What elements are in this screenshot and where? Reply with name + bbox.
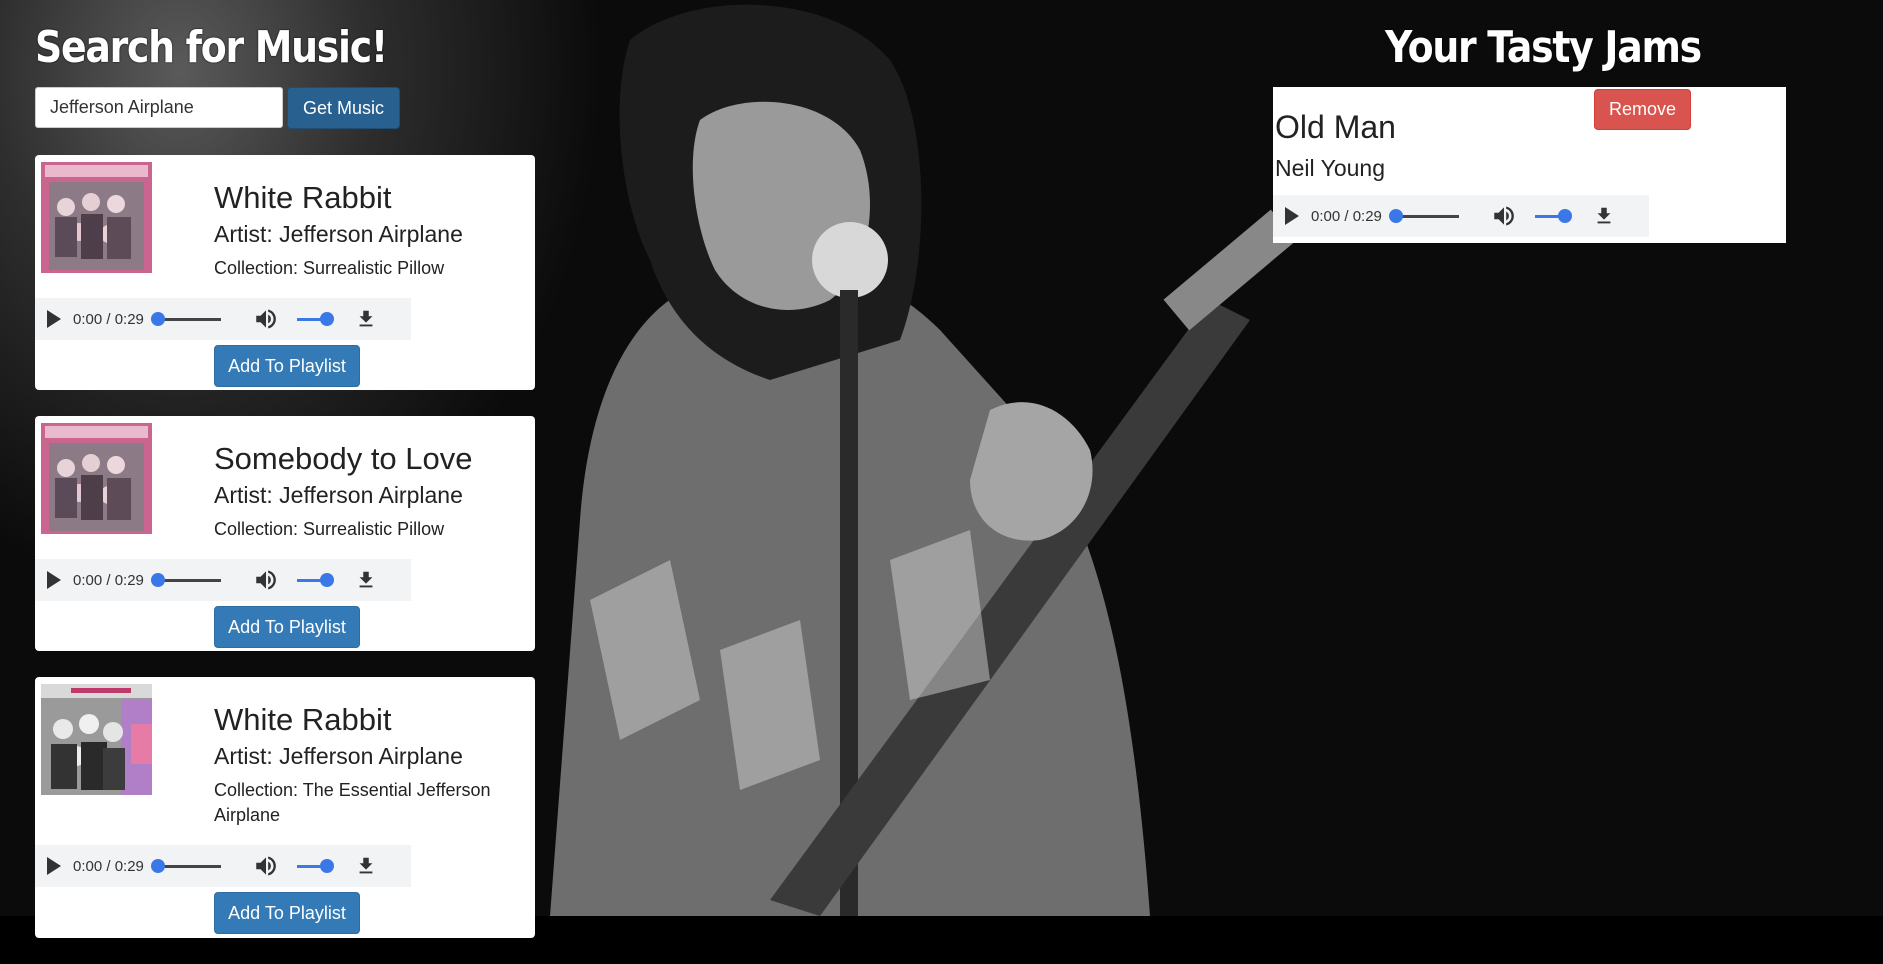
track-name: Somebody to Love (214, 441, 473, 476)
playlist-track-name: Old Man (1275, 109, 1396, 145)
audio-time: 0:00 / 0:29 (1311, 207, 1382, 225)
search-heading: Search for Music! (35, 22, 388, 73)
result-card: White Rabbit Artist: Jefferson Airplane … (35, 155, 535, 390)
album-cover-surrealistic-pillow (41, 423, 152, 534)
audio-player: 0:00 / 0:29 (35, 559, 411, 601)
background-guitarist-image (550, 4, 1297, 916)
volume-icon[interactable] (253, 853, 279, 879)
track-info: White Rabbit Artist: Jefferson Airplane … (214, 702, 514, 828)
track-collection: Collection: Surrealistic Pillow (214, 258, 445, 278)
volume-icon[interactable] (253, 567, 279, 593)
track-info: White Rabbit Artist: Jefferson Airplane … (214, 180, 514, 281)
track-name: White Rabbit (214, 180, 392, 215)
seek-slider[interactable] (151, 858, 221, 873)
audio-player: 0:00 / 0:29 (35, 845, 411, 887)
album-cover-surrealistic-pillow (41, 162, 152, 273)
result-card: Somebody to Love Artist: Jefferson Airpl… (35, 416, 535, 651)
seek-slider[interactable] (1389, 208, 1459, 223)
remove-button[interactable]: Remove (1594, 89, 1691, 130)
track-collection: Collection: Surrealistic Pillow (214, 519, 445, 539)
track-name: White Rabbit (214, 702, 392, 737)
track-artist: Artist: Jefferson Airplane (214, 221, 463, 247)
audio-time: 0:00 / 0:29 (73, 857, 144, 875)
get-music-button[interactable]: Get Music (287, 87, 400, 129)
playlist-item: Old Man Neil Young Remove 0:00 / 0:29 (1273, 87, 1786, 243)
track-artist: Artist: Jefferson Airplane (214, 482, 463, 508)
play-icon[interactable] (1285, 207, 1299, 225)
play-icon[interactable] (47, 857, 61, 875)
add-to-playlist-button[interactable]: Add To Playlist (214, 606, 360, 648)
download-icon[interactable] (355, 568, 377, 592)
search-results: White Rabbit Artist: Jefferson Airplane … (35, 155, 535, 964)
search-input[interactable] (35, 87, 283, 128)
album-cover-essential-jefferson-airplane (41, 684, 152, 795)
result-card: White Rabbit Artist: Jefferson Airplane … (35, 677, 535, 938)
audio-time: 0:00 / 0:29 (73, 571, 144, 589)
download-icon[interactable] (355, 854, 377, 878)
volume-slider[interactable] (297, 572, 334, 587)
volume-icon[interactable] (1491, 203, 1517, 229)
volume-slider[interactable] (297, 311, 334, 326)
seek-slider[interactable] (151, 311, 221, 326)
playlist-track-artist: Neil Young (1275, 155, 1385, 181)
track-artist: Artist: Jefferson Airplane (214, 743, 463, 769)
audio-player: 0:00 / 0:29 (1273, 195, 1649, 237)
track-collection: Collection: The Essential Jefferson Airp… (214, 780, 491, 825)
seek-slider[interactable] (151, 572, 221, 587)
play-icon[interactable] (47, 310, 61, 328)
volume-icon[interactable] (253, 306, 279, 332)
audio-player: 0:00 / 0:29 (35, 298, 411, 340)
add-to-playlist-button[interactable]: Add To Playlist (214, 892, 360, 934)
play-icon[interactable] (47, 571, 61, 589)
search-form: Get Music (35, 87, 400, 129)
audio-time: 0:00 / 0:29 (73, 310, 144, 328)
track-info: Somebody to Love Artist: Jefferson Airpl… (214, 441, 514, 542)
download-icon[interactable] (1593, 204, 1615, 228)
volume-slider[interactable] (297, 858, 334, 873)
download-icon[interactable] (355, 307, 377, 331)
add-to-playlist-button[interactable]: Add To Playlist (214, 345, 360, 387)
playlist-heading: Your Tasty Jams (1385, 22, 1702, 73)
volume-slider[interactable] (1535, 208, 1572, 223)
